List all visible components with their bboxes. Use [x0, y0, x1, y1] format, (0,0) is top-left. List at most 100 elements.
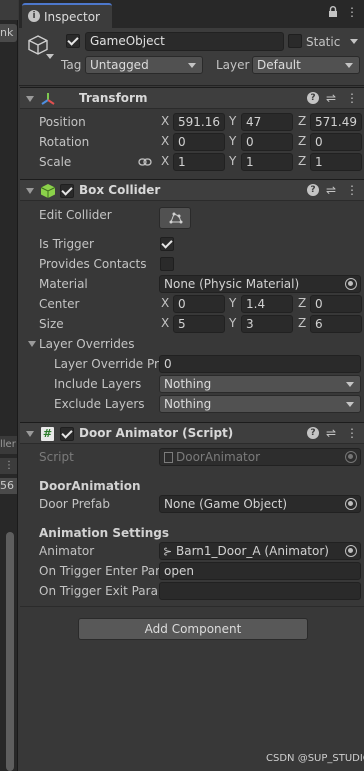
- context-menu-icon[interactable]: ⋮: [346, 91, 358, 105]
- foldout-arrow-icon[interactable]: [26, 188, 34, 194]
- edit-collider-label: Edit Collider: [39, 208, 112, 222]
- size-x-field[interactable]: 5: [173, 315, 225, 333]
- left-strip-scrollbar[interactable]: [6, 532, 14, 771]
- link-icon[interactable]: [138, 156, 152, 166]
- rotation-y-field[interactable]: 0: [241, 133, 293, 151]
- center-z-field[interactable]: 0: [310, 295, 362, 313]
- transform-body: Position X 591.16 Y 47 Z 571.49 Rotation…: [20, 110, 364, 180]
- door-prefab-value: None (Game Object): [164, 497, 288, 511]
- left-strip-mid-label: ller: [0, 439, 16, 450]
- gameobject-active-checkbox[interactable]: [66, 34, 80, 48]
- object-picker-icon[interactable]: [345, 278, 357, 290]
- center-y-field[interactable]: 1.4: [241, 295, 293, 313]
- help-icon[interactable]: ?: [307, 184, 319, 196]
- tab-inspector[interactable]: i Inspector: [22, 3, 112, 28]
- material-field[interactable]: None (Physic Material): [159, 275, 361, 293]
- tag-label: Tag: [61, 58, 82, 72]
- presets-icon[interactable]: ⇌: [326, 91, 336, 105]
- material-value: None (Physic Material): [164, 277, 300, 291]
- foldout-arrow-icon[interactable]: [26, 431, 34, 437]
- transform-icon: [40, 91, 56, 107]
- tab-menu-icon[interactable]: ⋮: [346, 5, 358, 19]
- layer-overrides-foldout-icon[interactable]: [28, 341, 36, 347]
- size-y-field[interactable]: 3: [241, 315, 293, 333]
- transform-header[interactable]: Transform ? ⇌ ⋮: [20, 87, 364, 109]
- on-trigger-enter-input[interactable]: open: [159, 562, 361, 580]
- scale-x-label: X: [161, 154, 170, 168]
- layer-dropdown[interactable]: Default: [252, 56, 360, 74]
- door-animation-section-header: DoorAnimation: [39, 479, 141, 493]
- box-collider-icon: [40, 183, 56, 199]
- is-trigger-checkbox[interactable]: [160, 237, 174, 251]
- script-value: DoorAnimator: [176, 450, 261, 464]
- context-menu-icon[interactable]: ⋮: [346, 183, 358, 197]
- gameobject-name-input[interactable]: GameObject: [85, 32, 284, 51]
- rotation-y-label: Y: [229, 134, 237, 148]
- scale-z-field[interactable]: 1: [310, 153, 362, 171]
- context-menu-icon[interactable]: ⋮: [346, 426, 358, 440]
- rotation-label: Rotation: [39, 135, 90, 149]
- script-field: DoorAnimator: [159, 448, 361, 466]
- center-x-field[interactable]: 0: [173, 295, 225, 313]
- box-collider-header[interactable]: Box Collider ? ⇌ ⋮: [20, 179, 364, 201]
- help-icon[interactable]: ?: [307, 427, 319, 439]
- presets-icon[interactable]: ⇌: [326, 183, 336, 197]
- door-animator-enabled-checkbox[interactable]: [60, 427, 74, 441]
- box-collider-title: Box Collider: [79, 183, 161, 197]
- script-label: Script: [39, 450, 74, 464]
- scale-y-label: Y: [229, 154, 237, 168]
- door-animator-title: Door Animator (Script): [79, 426, 234, 440]
- chevron-down-icon: [345, 63, 353, 68]
- object-picker-icon[interactable]: [345, 498, 357, 510]
- rotation-z-label: Z: [298, 134, 307, 148]
- edit-collider-button[interactable]: [159, 207, 191, 229]
- scale-x-field[interactable]: 1: [173, 153, 225, 171]
- include-layers-dropdown[interactable]: Nothing: [159, 375, 361, 393]
- static-checkbox[interactable]: [288, 34, 302, 48]
- gameobject-header: GameObject Static Tag Untagged Layer Def…: [19, 28, 364, 86]
- position-label: Position: [39, 115, 86, 129]
- info-icon: i: [28, 10, 40, 22]
- chevron-down-icon: [346, 382, 354, 387]
- door-animator-header[interactable]: # Door Animator (Script) ? ⇌ ⋮: [20, 422, 364, 444]
- gameobject-cube-icon[interactable]: [27, 34, 49, 56]
- layer-override-priority-field[interactable]: 0: [159, 355, 361, 373]
- left-strip-top-bar: [0, 0, 18, 20]
- left-strip-field[interactable]: nk: [0, 24, 17, 42]
- animator-label: Animator: [39, 544, 95, 558]
- animator-field[interactable]: ⊱ Barn1_Door_A (Animator): [159, 542, 361, 560]
- menu-dots-icon[interactable]: ⋮: [4, 460, 14, 472]
- provides-contacts-checkbox[interactable]: [160, 257, 174, 271]
- layer-overrides-label[interactable]: Layer Overrides: [39, 336, 134, 352]
- icon-dropdown-arrow[interactable]: [46, 54, 54, 59]
- layer-override-priority-label: Layer Override Prio: [54, 357, 159, 371]
- lock-icon[interactable]: [328, 6, 338, 18]
- add-component-button[interactable]: Add Component: [78, 618, 308, 640]
- on-trigger-exit-input[interactable]: [159, 582, 361, 600]
- position-z-field[interactable]: 571.49: [310, 113, 362, 131]
- chevron-down-icon: [346, 402, 354, 407]
- scale-y-field[interactable]: 1: [241, 153, 293, 171]
- box-collider-enabled-checkbox[interactable]: [60, 184, 74, 198]
- include-layers-value: Nothing: [164, 377, 212, 391]
- size-z-field[interactable]: 6: [310, 315, 362, 333]
- tag-value: Untagged: [90, 58, 149, 72]
- animator-value: Barn1_Door_A (Animator): [176, 544, 329, 558]
- static-dropdown-arrow[interactable]: [350, 39, 358, 44]
- rotation-x-field[interactable]: 0: [173, 133, 225, 151]
- rotation-z-field[interactable]: 0: [310, 133, 362, 151]
- position-y-field[interactable]: 47: [241, 113, 293, 131]
- tag-dropdown[interactable]: Untagged: [85, 56, 203, 74]
- position-x-field[interactable]: 591.16: [173, 113, 225, 131]
- chevron-down-icon: [188, 63, 196, 68]
- foldout-arrow-icon[interactable]: [26, 96, 34, 102]
- door-prefab-field[interactable]: None (Game Object): [159, 495, 361, 513]
- exclude-layers-dropdown[interactable]: Nothing: [159, 395, 361, 413]
- object-picker-icon[interactable]: [345, 545, 357, 557]
- include-layers-label: Include Layers: [54, 377, 142, 391]
- help-icon[interactable]: ?: [307, 92, 319, 104]
- size-label: Size: [39, 317, 64, 331]
- exclude-layers-value: Nothing: [164, 397, 212, 411]
- presets-icon[interactable]: ⇌: [326, 426, 336, 440]
- edit-collider-icon: [168, 211, 184, 225]
